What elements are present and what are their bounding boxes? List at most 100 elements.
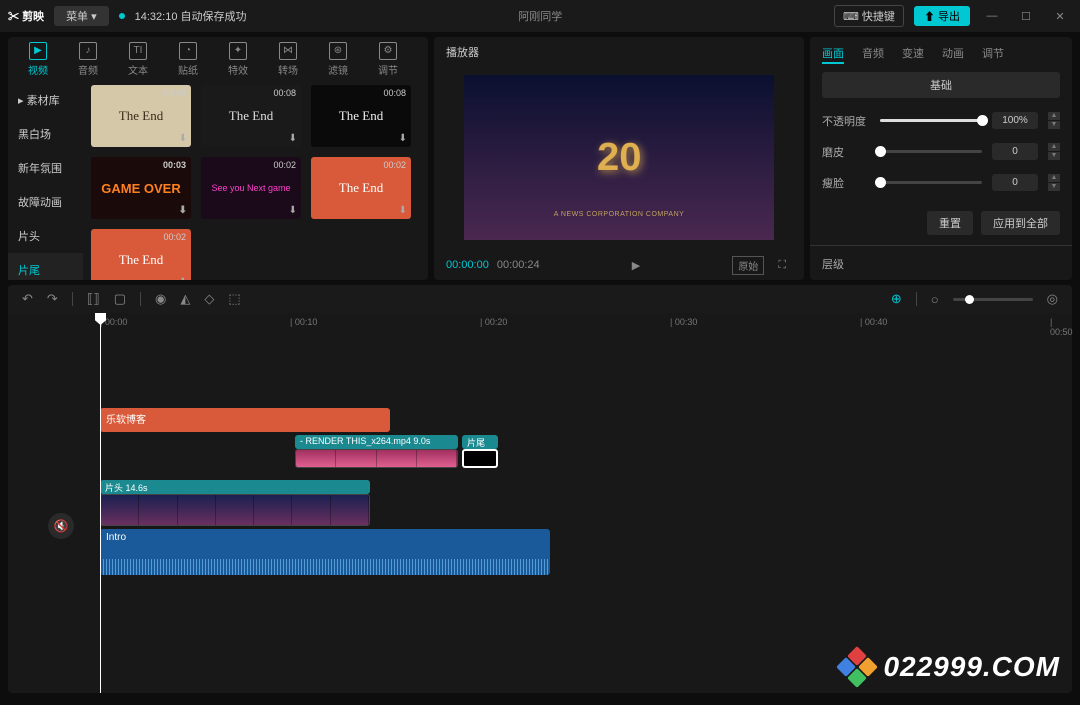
text-clip[interactable]: 乐软博客: [100, 408, 390, 432]
media-tab-音频[interactable]: ♪音频: [66, 41, 110, 77]
timeline[interactable]: | 00:00| 00:10| 00:20| 00:30| 00:40| 00:…: [8, 313, 1072, 693]
property-tabs: 画面音频变速动画调节: [822, 45, 1060, 64]
ruler-tick: | 00:20: [480, 317, 507, 327]
section-basic[interactable]: 基础: [822, 72, 1060, 98]
ratio-button[interactable]: 原始: [732, 256, 764, 275]
face-value[interactable]: 0: [992, 174, 1038, 191]
mute-track-button[interactable]: 🔇: [48, 513, 74, 539]
audio-clip[interactable]: Intro: [100, 529, 550, 575]
title-bar: ✂ 剪映 菜单 ▾ 14:32:10 自动保存成功 阿刚同学 ⌨ 快捷键 ⬆ 导…: [0, 0, 1080, 32]
zoom-slider[interactable]: [953, 298, 1033, 301]
opacity-label: 不透明度: [822, 113, 870, 129]
category-故障动画[interactable]: 故障动画: [8, 185, 83, 219]
media-tab-转场[interactable]: ⋈转场: [266, 41, 310, 77]
face-slider[interactable]: [880, 181, 982, 184]
shortcuts-button[interactable]: ⌨ 快捷键: [834, 5, 904, 27]
category-素材库[interactable]: ▸ 素材库: [8, 83, 83, 117]
redo-button[interactable]: ↷: [47, 291, 58, 307]
record-button[interactable]: ◉: [155, 291, 166, 307]
face-label: 瘦脸: [822, 175, 870, 191]
media-tabs: ▶视频♪音频TI文本◔贴纸✦特效⋈转场⊛滤镜⚙调节: [8, 37, 428, 77]
ruler-tick: | 00:50: [1050, 317, 1073, 337]
render-clip-header[interactable]: - RENDER THIS_x264.mp4 9.0s: [295, 435, 458, 449]
playhead[interactable]: [100, 313, 101, 693]
face-stepper[interactable]: ▲▼: [1048, 174, 1060, 191]
render-clip[interactable]: [295, 449, 458, 468]
category-新年氛围[interactable]: 新年氛围: [8, 151, 83, 185]
prop-tab-调节[interactable]: 调节: [982, 45, 1004, 64]
category-片尾[interactable]: 片尾: [8, 253, 83, 280]
end-clip[interactable]: [462, 449, 498, 468]
apply-all-button[interactable]: 应用到全部: [981, 211, 1060, 235]
ruler-tick: | 00:40: [860, 317, 887, 327]
watermark-logo-icon: [839, 649, 875, 685]
snap-button[interactable]: ⊕: [891, 291, 902, 307]
watermark: 022999.COM: [839, 649, 1060, 685]
current-time: 00:00:00: [446, 259, 489, 271]
media-panel: ▶视频♪音频TI文本◔贴纸✦特效⋈转场⊛滤镜⚙调节 ▸ 素材库黑白场新年氛围故障…: [8, 37, 428, 280]
ruler-tick: | 00:10: [290, 317, 317, 327]
media-thumb-5[interactable]: The End00:02⬇: [311, 157, 411, 219]
preview-area[interactable]: 20 A NEWS CORPORATION COMPANY: [434, 65, 804, 250]
prop-tab-画面[interactable]: 画面: [822, 45, 844, 64]
watermark-text: 022999.COM: [883, 651, 1060, 683]
media-tab-滤镜[interactable]: ⊛滤镜: [316, 41, 360, 77]
media-tab-视频[interactable]: ▶视频: [16, 41, 60, 77]
project-title: 阿刚同学: [257, 8, 824, 24]
media-tab-调节[interactable]: ⚙调节: [366, 41, 410, 77]
ruler-tick: | 00:30: [670, 317, 697, 327]
media-thumb-6[interactable]: The End00:02⬇: [91, 229, 191, 280]
head-clip-header[interactable]: 片头 14.6s: [100, 480, 370, 494]
mirror-button[interactable]: ◭: [180, 291, 190, 307]
media-grid: The End00:08⬇The End00:08⬇The End00:08⬇G…: [83, 77, 428, 280]
timeline-toolbar: ↶ ↷ ⟦⟧ ▢ ◉ ◭ ◇ ⬚ ⊕ ○ ◎: [8, 285, 1072, 313]
media-tab-贴纸[interactable]: ◔贴纸: [166, 41, 210, 77]
media-thumb-3[interactable]: GAME OVER00:03⬇: [91, 157, 191, 219]
smooth-slider[interactable]: [880, 150, 982, 153]
properties-panel: 画面音频变速动画调节 基础 不透明度 100% ▲▼ 磨皮 0 ▲▼ 瘦脸 0 …: [810, 37, 1072, 280]
player-title: 播放器: [434, 37, 804, 65]
close-button[interactable]: ✕: [1048, 10, 1072, 23]
prop-tab-变速[interactable]: 变速: [902, 45, 924, 64]
autosave-indicator-icon: [119, 13, 125, 19]
prop-tab-音频[interactable]: 音频: [862, 45, 884, 64]
media-tab-文本[interactable]: TI文本: [116, 41, 160, 77]
category-片头[interactable]: 片头: [8, 219, 83, 253]
zoom-out-button[interactable]: ○: [931, 292, 939, 307]
play-button[interactable]: ▶: [626, 259, 646, 272]
zoom-fit-button[interactable]: ◎: [1047, 291, 1058, 307]
opacity-stepper[interactable]: ▲▼: [1048, 112, 1060, 129]
smooth-label: 磨皮: [822, 144, 870, 160]
media-thumb-2[interactable]: The End00:08⬇: [311, 85, 411, 147]
crop-button[interactable]: ⬚: [228, 291, 240, 307]
player-panel: 播放器 20 A NEWS CORPORATION COMPANY 00:00:…: [434, 37, 804, 280]
head-clip[interactable]: [100, 494, 370, 526]
preview-caption: A NEWS CORPORATION COMPANY: [554, 211, 685, 218]
split-button[interactable]: ⟦⟧: [87, 291, 100, 307]
undo-button[interactable]: ↶: [22, 291, 33, 307]
delete-button[interactable]: ▢: [114, 291, 126, 307]
layer-label: 层级: [822, 256, 1060, 272]
time-ruler[interactable]: | 00:00| 00:10| 00:20| 00:30| 00:40| 00:…: [100, 313, 1072, 333]
smooth-stepper[interactable]: ▲▼: [1048, 143, 1060, 160]
fullscreen-button[interactable]: ⛶: [772, 259, 792, 272]
media-thumb-0[interactable]: The End00:08⬇: [91, 85, 191, 147]
autosave-status: 14:32:10 自动保存成功: [135, 8, 247, 24]
prop-tab-动画[interactable]: 动画: [942, 45, 964, 64]
media-thumb-1[interactable]: The End00:08⬇: [201, 85, 301, 147]
rotate-button[interactable]: ◇: [204, 291, 214, 307]
reset-button[interactable]: 重置: [927, 211, 973, 235]
minimize-button[interactable]: —: [980, 10, 1004, 22]
maximize-button[interactable]: ☐: [1014, 10, 1038, 23]
smooth-value[interactable]: 0: [992, 143, 1038, 160]
opacity-slider[interactable]: [880, 119, 982, 122]
media-categories: ▸ 素材库黑白场新年氛围故障动画片头片尾时间片段: [8, 77, 83, 280]
media-tab-特效[interactable]: ✦特效: [216, 41, 260, 77]
media-thumb-4[interactable]: See you Next game00:02⬇: [201, 157, 301, 219]
menu-button[interactable]: 菜单 ▾: [54, 6, 109, 26]
category-黑白场[interactable]: 黑白场: [8, 117, 83, 151]
total-time: 00:00:24: [497, 259, 540, 271]
opacity-value[interactable]: 100%: [992, 112, 1038, 129]
export-button[interactable]: ⬆ 导出: [914, 6, 970, 26]
end-clip-header[interactable]: 片尾: [462, 435, 498, 449]
